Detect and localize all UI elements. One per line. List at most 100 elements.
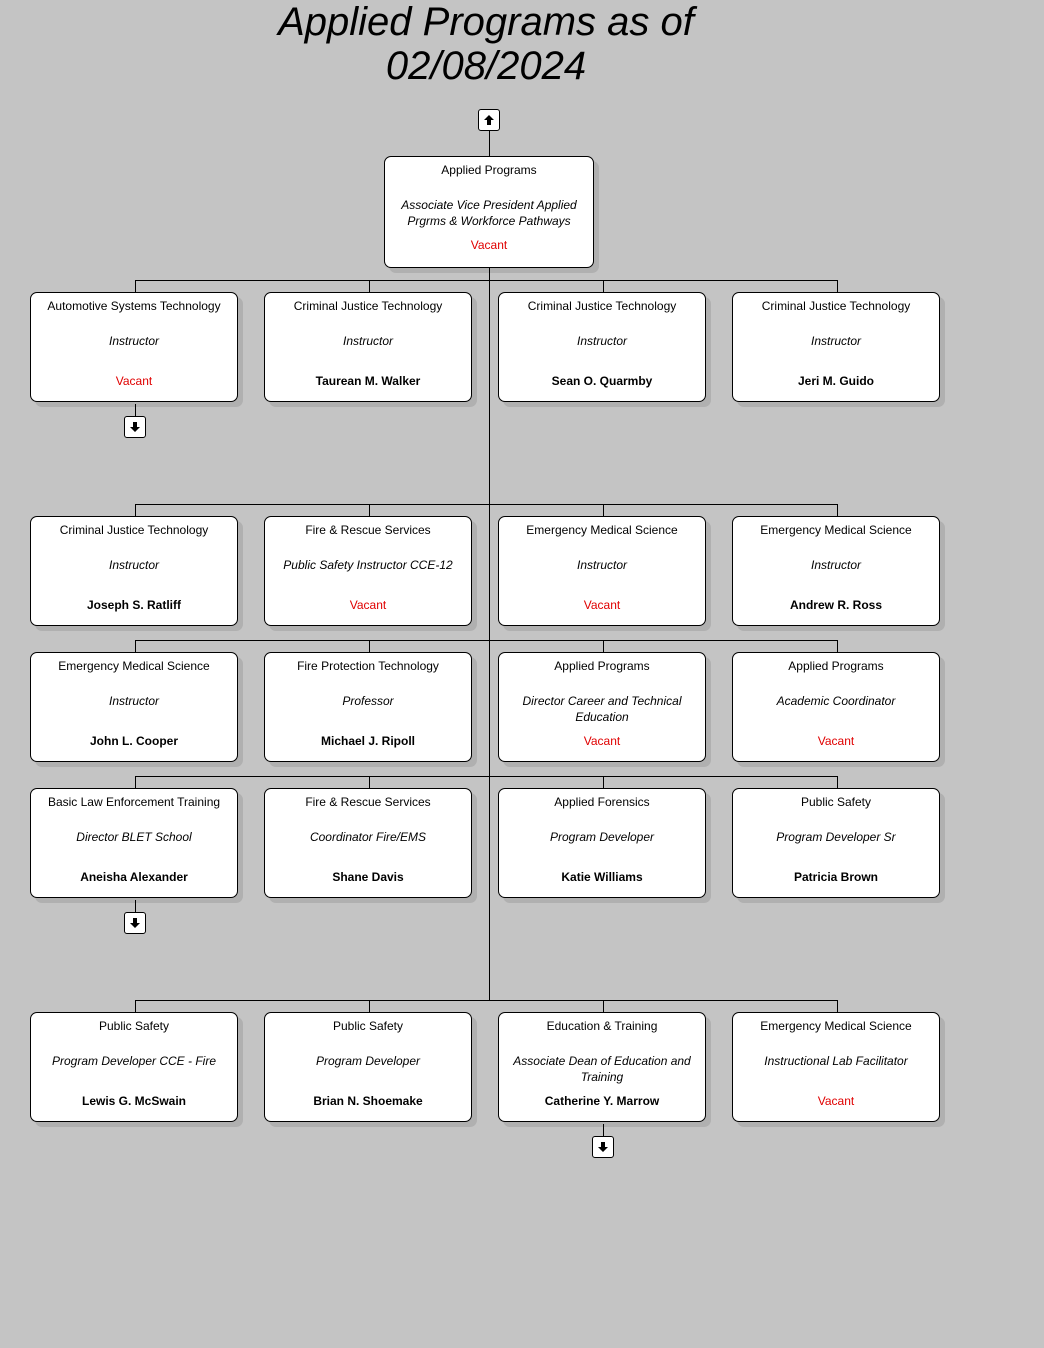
position-card[interactable]: Criminal Justice Technology Instructor Tau… (264, 292, 472, 402)
row-connector-line (135, 1000, 838, 1001)
position-card[interactable]: Public Safety Program Developer CCE - Fir… (30, 1012, 238, 1122)
expand-children-button[interactable] (124, 912, 146, 934)
vacant-status: Vacant (115, 374, 153, 388)
node-connector-line (369, 280, 370, 292)
department-label: Basic Law Enforcement Training (47, 795, 221, 809)
node-connector-line (369, 504, 370, 516)
role-title: Program Developer CCE - Fire (51, 1054, 217, 1068)
role-title: Instructor (108, 558, 159, 572)
role-title: Instructor (108, 694, 159, 708)
department-label: Applied Programs (554, 659, 650, 673)
position-card[interactable]: Public Safety Program Developer Brian N. S… (264, 1012, 472, 1122)
department-label: Education & Training (546, 1019, 658, 1033)
role-title: Coordinator Fire/EMS (309, 830, 427, 844)
role-title: Program Developer (549, 830, 655, 844)
vacant-status: Vacant (349, 598, 387, 612)
employee-name: Lewis G. McSwain (81, 1094, 187, 1108)
node-connector-line (603, 504, 604, 516)
role-title: Instructor (810, 334, 861, 348)
position-card[interactable]: Emergency Medical Science Instructional L… (732, 1012, 940, 1122)
position-card[interactable]: Criminal Justice Technology Instructor Sea… (498, 292, 706, 402)
position-card[interactable]: Emergency Medical Science Instructor John … (30, 652, 238, 762)
department-label: Public Safety (332, 1019, 404, 1033)
arrow-down-icon (597, 1141, 609, 1153)
node-connector-line (135, 280, 136, 292)
role-title: Program Developer (315, 1054, 421, 1068)
node-connector-line (603, 640, 604, 652)
role-title: Associate Vice President Applied Prgrms … (401, 198, 577, 228)
employee-name: Joseph S. Ratliff (86, 598, 181, 612)
node-connector-line (369, 1000, 370, 1012)
department-label: Applied Forensics (554, 795, 650, 809)
expand-children-button[interactable] (592, 1136, 614, 1158)
role-title: Associate Dean of Education and Training (513, 1054, 691, 1084)
node-connector-line (135, 504, 136, 516)
vacant-status: Vacant (583, 598, 621, 612)
node-connector-line (837, 640, 838, 652)
role-title: Public Safety Instructor CCE-12 (283, 558, 453, 572)
vacant-status: Vacant (583, 734, 621, 748)
row-connector-line (135, 640, 838, 641)
position-card[interactable]: Applied Forensics Program Developer Katie … (498, 788, 706, 898)
employee-name: John L. Cooper (90, 734, 178, 748)
department-label: Fire & Rescue Services (305, 523, 431, 537)
position-card[interactable]: Fire & Rescue Services Public Safety Inst… (264, 516, 472, 626)
department-label: Emergency Medical Science (58, 659, 210, 673)
row-connector-line (135, 280, 838, 281)
department-label: Emergency Medical Science (526, 523, 678, 537)
position-card[interactable]: Education & Training Associate Dean of Ed… (498, 1012, 706, 1122)
chart-title-line-1: Applied Programs as of (278, 0, 694, 44)
role-title: Program Developer Sr (776, 830, 896, 844)
row-connector-line (135, 504, 838, 505)
node-connector-line (603, 1000, 604, 1012)
department-label: Emergency Medical Science (760, 523, 912, 537)
node-connector-line (369, 640, 370, 652)
position-card[interactable]: Public Safety Program Developer Sr Patrici… (732, 788, 940, 898)
department-label: Fire & Rescue Services (305, 795, 431, 809)
position-card[interactable]: Applied Programs Director Career and Tech… (498, 652, 706, 762)
employee-name: Katie Williams (561, 870, 643, 884)
node-connector-line (837, 280, 838, 292)
position-card[interactable]: Emergency Medical Science Instructor Andre… (732, 516, 940, 626)
position-card[interactable]: Applied Programs Academic Coordinator Vaca… (732, 652, 940, 762)
employee-name: Brian N. Shoemake (313, 1094, 423, 1108)
employee-name: Michael J. Ripoll (320, 734, 416, 748)
chart-title-line-2: 02/08/2024 (385, 44, 587, 88)
department-label: Public Safety (800, 795, 872, 809)
connector-line (489, 131, 490, 157)
arrow-down-icon (129, 917, 141, 929)
expand-children-button[interactable] (124, 416, 146, 438)
department-label: Public Safety (98, 1019, 170, 1033)
navigate-up-button[interactable] (478, 109, 500, 131)
position-card[interactable]: Fire Protection Technology Professor Micha… (264, 652, 472, 762)
position-card[interactable]: Emergency Medical Science Instructor Vacan… (498, 516, 706, 626)
employee-name: Taurean M. Walker (315, 374, 421, 388)
node-connector-line (135, 776, 136, 788)
employee-name: Aneisha Alexander (80, 870, 188, 884)
root-position-card[interactable]: Applied Programs Associate Vice President… (384, 156, 594, 268)
trunk-connector-line (489, 268, 490, 1001)
child-connector-line (603, 1124, 604, 1136)
employee-name: Catherine Y. Marrow (544, 1094, 660, 1108)
position-card[interactable]: Automotive Systems Technology Instructor V… (30, 292, 238, 402)
node-connector-line (837, 776, 838, 788)
role-title: Director Career and Technical Education (522, 694, 682, 724)
department-label: Fire Protection Technology (297, 659, 439, 673)
node-connector-line (603, 776, 604, 788)
arrow-up-icon (483, 114, 495, 126)
position-card[interactable]: Fire & Rescue Services Coordinator Fire/E… (264, 788, 472, 898)
position-card[interactable]: Basic Law Enforcement Training Director B… (30, 788, 238, 898)
row-connector-line (135, 776, 838, 777)
node-connector-line (135, 640, 136, 652)
vacant-status: Vacant (470, 238, 508, 252)
department-label: Emergency Medical Science (760, 1019, 912, 1033)
employee-name: Patricia Brown (793, 870, 879, 884)
position-card[interactable]: Criminal Justice Technology Instructor Jer… (732, 292, 940, 402)
node-connector-line (837, 1000, 838, 1012)
position-card[interactable]: Criminal Justice Technology Instructor Jos… (30, 516, 238, 626)
role-title: Instructor (342, 334, 393, 348)
employee-name: Shane Davis (332, 870, 404, 884)
department-label: Automotive Systems Technology (47, 299, 221, 313)
employee-name: Andrew R. Ross (789, 598, 882, 612)
employee-name: Jeri M. Guido (797, 374, 874, 388)
